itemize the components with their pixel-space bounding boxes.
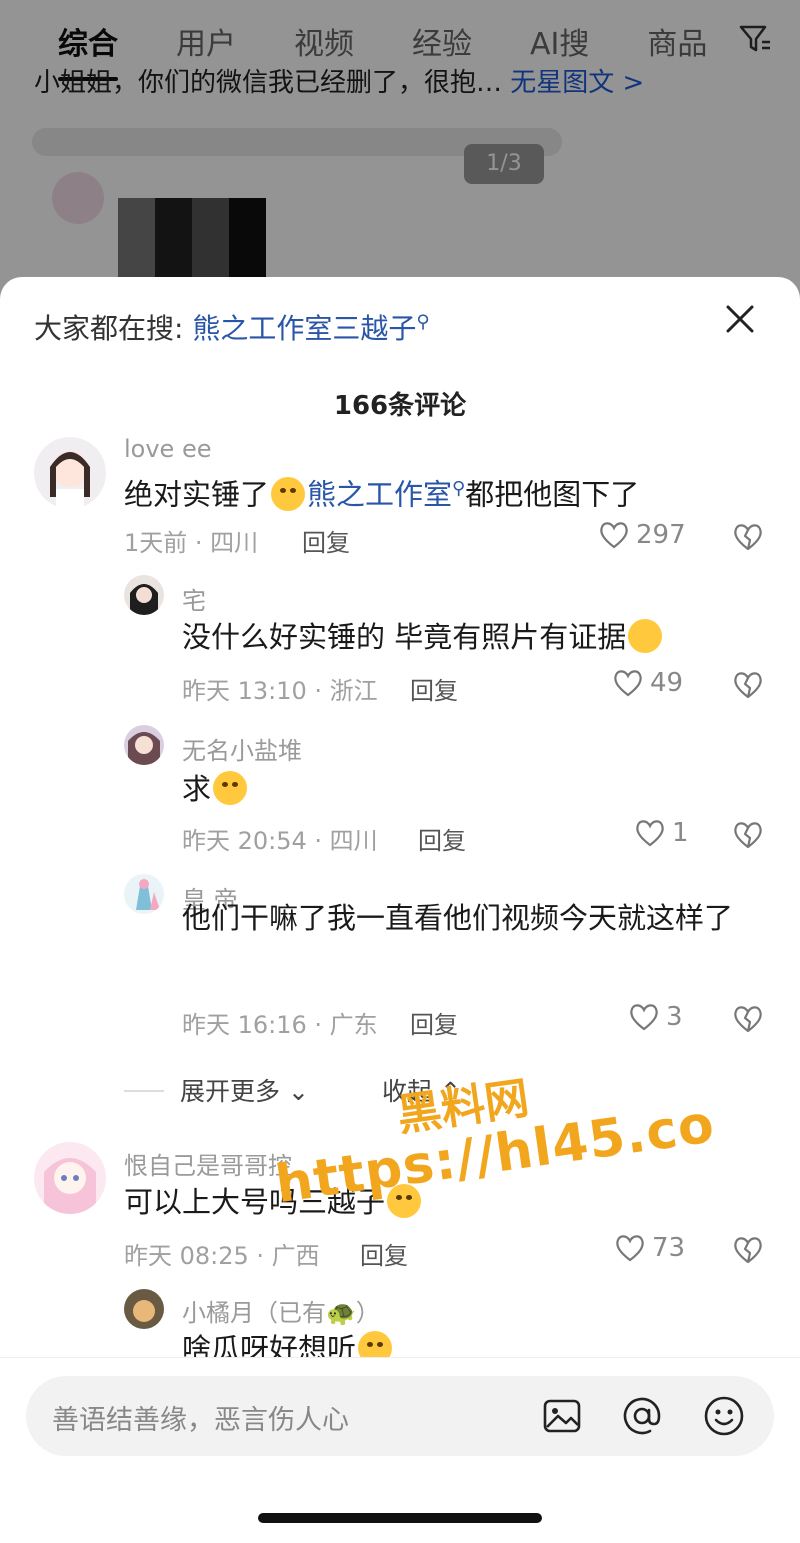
- reply-button[interactable]: 回复: [418, 821, 466, 856]
- avatar[interactable]: [34, 437, 106, 509]
- like-button[interactable]: 1: [634, 818, 689, 848]
- comment-meta: 昨天 08:25 · 广西: [124, 1242, 320, 1270]
- like-button[interactable]: 3: [628, 1002, 683, 1032]
- reply-button[interactable]: 回复: [410, 1005, 458, 1040]
- like-count: 49: [650, 668, 684, 698]
- reply-text-part: 没什么好实锤的 毕竟有照片有证据: [182, 620, 627, 654]
- emoji-icon[interactable]: [702, 1394, 746, 1438]
- reply-text: 他们干嘛了我一直看他们视频今天就这样了: [182, 901, 734, 935]
- reply-username-text: 小橘月（已有: [182, 1299, 326, 1327]
- reply-text: 求: [182, 767, 249, 811]
- laughing-emoji-icon: [213, 771, 248, 805]
- comment-text-part: 绝对实锤了: [124, 477, 270, 512]
- comment-username[interactable]: love ee: [124, 435, 211, 463]
- reply-meta: 昨天 16:16 · 广东: [182, 1011, 378, 1039]
- heart-icon: [616, 1235, 644, 1262]
- avatar[interactable]: [124, 575, 164, 615]
- broken-heart-icon[interactable]: [732, 669, 764, 701]
- search-keyword[interactable]: 熊之工作室三越子: [192, 312, 416, 345]
- reply-username-suffix: ）: [355, 1299, 380, 1327]
- divider: [124, 1090, 164, 1092]
- broken-heart-icon[interactable]: [732, 1003, 764, 1035]
- reply-item: 小橘月（已有🐢） 啥瓜呀好想听: [0, 1289, 800, 1357]
- ok-hand-emoji-icon: [628, 619, 663, 653]
- reply-username[interactable]: 无名小盐堆: [182, 731, 302, 766]
- avatar[interactable]: [124, 1289, 164, 1329]
- reply-text-part: 求: [182, 772, 212, 806]
- comment-username[interactable]: 恨自己是哥哥控: [124, 1146, 292, 1181]
- like-button[interactable]: 297: [598, 520, 686, 550]
- reply-button[interactable]: 回复: [302, 523, 350, 558]
- crying-emoji-icon: [271, 476, 306, 511]
- broken-heart-icon[interactable]: [732, 819, 764, 851]
- like-count: 73: [652, 1233, 686, 1263]
- turtle-emoji-icon: 🐢: [326, 1299, 356, 1327]
- reply-button[interactable]: 回复: [360, 1236, 408, 1271]
- broken-heart-icon[interactable]: [732, 521, 764, 553]
- like-count: 3: [666, 1002, 683, 1032]
- comment-text-part: 都把他图下了: [465, 477, 640, 512]
- heart-icon: [600, 522, 628, 549]
- like-button[interactable]: 73: [614, 1233, 685, 1263]
- comment-sheet: 大家都在搜: 熊之工作室三越子⚲ 166条评论 love ee 绝对实锤了 熊之工…: [0, 277, 800, 1543]
- close-icon[interactable]: [720, 299, 760, 339]
- reply-meta: 昨天 13:10 · 浙江: [182, 677, 378, 705]
- reply-username[interactable]: 小橘月（已有🐢）: [182, 1293, 380, 1328]
- reply-username[interactable]: 宅: [182, 581, 206, 616]
- keyword-search-icon: ⚲: [452, 478, 466, 499]
- heart-icon: [614, 670, 642, 697]
- comment-meta: 1天前 · 四川: [124, 529, 259, 557]
- comment-count: 166条评论: [333, 391, 467, 421]
- reply-meta: 昨天 20:54 · 四川: [182, 827, 378, 855]
- broken-heart-icon[interactable]: [732, 1234, 764, 1266]
- heart-icon: [636, 820, 664, 847]
- reply-button[interactable]: 回复: [410, 671, 458, 706]
- avatar[interactable]: [124, 874, 164, 914]
- reply-text-part: 啥瓜呀好想听: [182, 1332, 357, 1357]
- avatar[interactable]: [34, 1142, 106, 1214]
- search-keyword-icon: ⚲: [416, 311, 430, 333]
- comment-text: 绝对实锤了 熊之工作室⚲都把他图下了: [124, 467, 639, 517]
- heart-icon: [630, 1004, 658, 1031]
- like-count: 297: [636, 520, 686, 550]
- dim-overlay[interactable]: [0, 0, 800, 300]
- search-hint-prefix: 大家都在搜:: [34, 312, 184, 345]
- avatar[interactable]: [124, 725, 164, 765]
- comment-input[interactable]: 善语结善缘，恶言伤人心: [26, 1376, 774, 1456]
- home-indicator: [258, 1513, 542, 1523]
- like-count: 1: [672, 818, 689, 848]
- search-hint[interactable]: 大家都在搜: 熊之工作室三越子⚲: [34, 307, 430, 347]
- mention-icon[interactable]: [620, 1394, 664, 1438]
- comment-input-placeholder: 善语结善缘，恶言伤人心: [52, 1405, 349, 1436]
- crying-emoji-icon: [358, 1331, 393, 1357]
- like-button[interactable]: 49: [612, 668, 683, 698]
- watermark: 黑料网 https://hl45.co: [264, 1037, 718, 1215]
- reply-text: 啥瓜呀好想听: [182, 1327, 394, 1357]
- image-icon[interactable]: [540, 1394, 584, 1438]
- comment-keyword-link[interactable]: 熊之工作室: [307, 478, 452, 512]
- reply-text: 没什么好实锤的 毕竟有照片有证据: [182, 615, 664, 659]
